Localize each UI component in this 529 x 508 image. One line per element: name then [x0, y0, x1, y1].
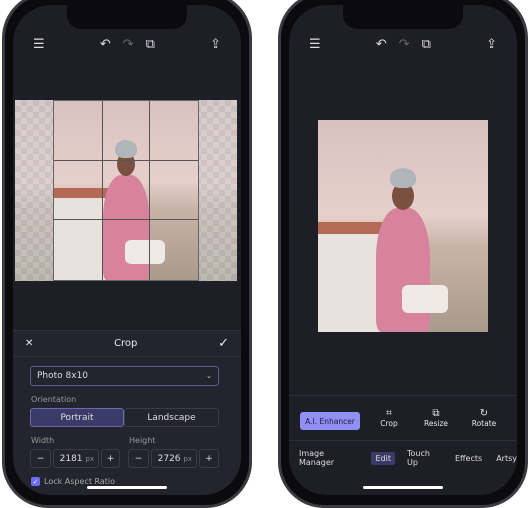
crop-compare-icon[interactable]: ⧉ [422, 37, 431, 52]
category-tabs: Image Manager Edit Touch Up Effects Arts… [299, 449, 517, 467]
resize-label: Resize [423, 419, 449, 428]
width-value: 2181 [59, 453, 83, 464]
height-plus-button[interactable]: + [199, 449, 219, 468]
crop-compare-icon[interactable]: ⧉ [146, 37, 155, 52]
redo-icon[interactable]: ↷ [123, 37, 134, 52]
resize-icon: ⧉ [432, 408, 440, 419]
preset-value: Photo 8x10 [37, 371, 89, 381]
redo-icon[interactable]: ↷ [399, 37, 410, 52]
menu-icon[interactable]: ☰ [33, 37, 45, 52]
menu-icon[interactable]: ☰ [309, 37, 321, 52]
crop-icon: ⌗ [386, 408, 392, 419]
checkbox-checked-icon: ✓ [31, 477, 40, 486]
orientation-label: Orientation [31, 395, 77, 404]
width-label: Width [31, 436, 55, 445]
chevron-down-icon: ⌄ [206, 372, 212, 380]
crop-tool-button[interactable]: ⌗ Crop [373, 408, 405, 428]
phone-left: ☰ ↶ ↷ ⧉ ⇪ ✕ Crop ✓ Photo 8x10 ⌄ Orientati… [2, 0, 252, 508]
tab-effects[interactable]: Effects [455, 454, 482, 463]
rotate-icon: ↻ [479, 408, 489, 419]
width-plus-button[interactable]: + [101, 449, 120, 468]
width-unit: px [85, 454, 94, 463]
crop-label: Crop [380, 419, 398, 428]
home-indicator [87, 486, 167, 489]
tab-touch-up[interactable]: Touch Up [407, 449, 441, 467]
top-bar: ☰ ↶ ↷ ⧉ ⇪ [13, 29, 241, 59]
edit-screen: ☰ ↶ ↷ ⧉ ⇪ A.I. Enhancer ⌗ Crop ⧉ Resize ↻ R… [289, 5, 517, 495]
width-input[interactable]: 2181 px [53, 449, 99, 468]
crop-screen: ☰ ↶ ↷ ⧉ ⇪ ✕ Crop ✓ Photo 8x10 ⌄ Orientati… [13, 5, 241, 495]
height-unit: px [183, 454, 192, 463]
edit-toolbar: A.I. Enhancer ⌗ Crop ⧉ Resize ↻ Rotate [289, 395, 517, 455]
panel-title: Crop [114, 338, 138, 349]
tab-edit[interactable]: Edit [371, 451, 395, 465]
crop-panel: ✕ Crop ✓ Photo 8x10 ⌄ Orientation Portrai… [13, 330, 241, 495]
height-label: Height [129, 436, 156, 445]
confirm-icon[interactable]: ✓ [218, 336, 229, 351]
phone-right: ☰ ↶ ↷ ⧉ ⇪ A.I. Enhancer ⌗ Crop ⧉ Resize ↻ R… [278, 0, 528, 508]
height-value: 2726 [157, 453, 181, 464]
home-indicator [363, 486, 443, 489]
lock-aspect-checkbox[interactable]: ✓ Lock Aspect Ratio [31, 477, 115, 486]
share-icon[interactable]: ⇪ [210, 37, 221, 52]
top-bar: ☰ ↶ ↷ ⧉ ⇪ [289, 29, 517, 59]
close-icon[interactable]: ✕ [25, 338, 33, 349]
edited-photo[interactable] [318, 120, 488, 332]
landscape-button[interactable]: Landscape [124, 408, 219, 427]
portrait-button[interactable]: Portrait [30, 408, 124, 427]
crop-grid[interactable] [53, 100, 199, 281]
resize-tool-button[interactable]: ⧉ Resize [420, 408, 452, 428]
undo-icon[interactable]: ↶ [376, 37, 387, 52]
preset-select[interactable]: Photo 8x10 ⌄ [30, 366, 219, 386]
rotate-tool-button[interactable]: ↻ Rotate [467, 408, 501, 428]
rotate-label: Rotate [471, 419, 497, 428]
ai-enhancer-button[interactable]: A.I. Enhancer [300, 412, 360, 430]
share-icon[interactable]: ⇪ [486, 37, 497, 52]
lock-aspect-label: Lock Aspect Ratio [44, 477, 116, 486]
height-input[interactable]: 2726 px [151, 449, 197, 468]
undo-icon[interactable]: ↶ [100, 37, 111, 52]
width-minus-button[interactable]: − [30, 449, 51, 468]
tab-artsy[interactable]: Artsy [496, 454, 517, 463]
tab-image-manager[interactable]: Image Manager [299, 449, 357, 467]
height-minus-button[interactable]: − [128, 449, 149, 468]
